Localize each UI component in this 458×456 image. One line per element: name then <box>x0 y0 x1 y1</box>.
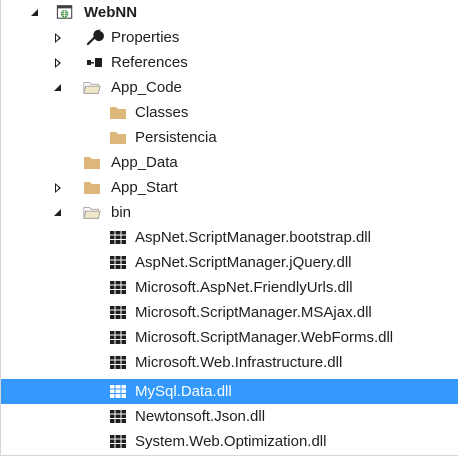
persistencia-label: Persistencia <box>135 129 217 146</box>
tree-node-persistencia[interactable]: Persistencia <box>1 125 458 150</box>
tree-node-dll-file[interactable]: Microsoft.Web.Infrastructure.dll <box>1 350 458 375</box>
dll-file-label: MySql.Data.dll <box>135 383 232 400</box>
expanded-chevron-icon[interactable] <box>52 200 64 225</box>
dll-file-label: System.Web.Optimization.dll <box>135 433 327 450</box>
folder-open-icon <box>83 207 101 219</box>
dll-file-label: Newtonsoft.Json.dll <box>135 408 266 425</box>
dll-icon <box>110 306 126 319</box>
folder-icon <box>110 132 126 144</box>
project-label: WebNN <box>84 4 138 21</box>
tree-node-dll-file[interactable]: Microsoft.AspNet.FriendlyUrls.dll <box>1 275 458 300</box>
references-label: References <box>111 54 188 71</box>
tree-node-bin[interactable]: bin <box>1 200 458 225</box>
tree-node-app-data[interactable]: App_Data <box>1 150 458 175</box>
tree-node-app-start[interactable]: App_Start <box>1 175 458 200</box>
collapsed-chevron-icon[interactable] <box>52 25 64 50</box>
bin-label: bin <box>111 204 132 221</box>
dll-icon <box>110 256 126 269</box>
properties-label: Properties <box>111 29 180 46</box>
solution-explorer-tree: WebNN Properties References App_Code Cla <box>0 0 458 456</box>
dll-icon <box>110 331 126 344</box>
wrench-icon <box>86 29 104 46</box>
tree-node-dll-file-selected[interactable]: MySql.Data.dll <box>1 379 458 404</box>
folder-icon <box>110 107 126 119</box>
dll-icon <box>110 410 126 423</box>
tree-node-project[interactable]: WebNN <box>1 0 458 25</box>
folder-icon <box>84 157 100 169</box>
dll-icon <box>110 356 126 369</box>
dll-icon <box>110 385 126 398</box>
references-icon <box>87 58 102 67</box>
app-start-label: App_Start <box>111 179 178 196</box>
app-code-label: App_Code <box>111 79 182 96</box>
dll-file-label: Microsoft.AspNet.FriendlyUrls.dll <box>135 279 353 296</box>
web-project-icon <box>56 5 73 19</box>
dll-file-label: AspNet.ScriptManager.jQuery.dll <box>135 254 352 271</box>
dll-file-label: AspNet.ScriptManager.bootstrap.dll <box>135 229 371 246</box>
tree-node-dll-file[interactable]: Newtonsoft.Json.dll <box>1 404 458 429</box>
collapsed-chevron-icon[interactable] <box>52 50 64 75</box>
tree-node-dll-file[interactable]: Microsoft.ScriptManager.MSAjax.dll <box>1 300 458 325</box>
dll-file-label: Microsoft.ScriptManager.MSAjax.dll <box>135 304 372 321</box>
dll-icon <box>110 435 126 448</box>
tree-node-properties[interactable]: Properties <box>1 25 458 50</box>
folder-icon <box>84 182 100 194</box>
dll-icon <box>110 231 126 244</box>
tree-node-dll-file[interactable]: Microsoft.ScriptManager.WebForms.dll <box>1 325 458 350</box>
dll-file-label: Microsoft.Web.Infrastructure.dll <box>135 354 343 371</box>
expanded-chevron-icon[interactable] <box>52 75 64 100</box>
app-data-label: App_Data <box>111 154 178 171</box>
expanded-chevron-icon[interactable] <box>29 0 41 25</box>
tree-node-dll-file[interactable]: AspNet.ScriptManager.jQuery.dll <box>1 250 458 275</box>
tree-node-dll-file[interactable]: System.Web.Optimization.dll <box>1 429 458 454</box>
dll-file-label: Microsoft.ScriptManager.WebForms.dll <box>135 329 394 346</box>
tree-node-references[interactable]: References <box>1 50 458 75</box>
folder-open-icon <box>83 82 101 94</box>
dll-icon <box>110 281 126 294</box>
classes-label: Classes <box>135 104 189 121</box>
collapsed-chevron-icon[interactable] <box>52 175 64 200</box>
tree-node-dll-file[interactable]: AspNet.ScriptManager.bootstrap.dll <box>1 225 458 250</box>
tree-node-classes[interactable]: Classes <box>1 100 458 125</box>
tree-node-app-code[interactable]: App_Code <box>1 75 458 100</box>
